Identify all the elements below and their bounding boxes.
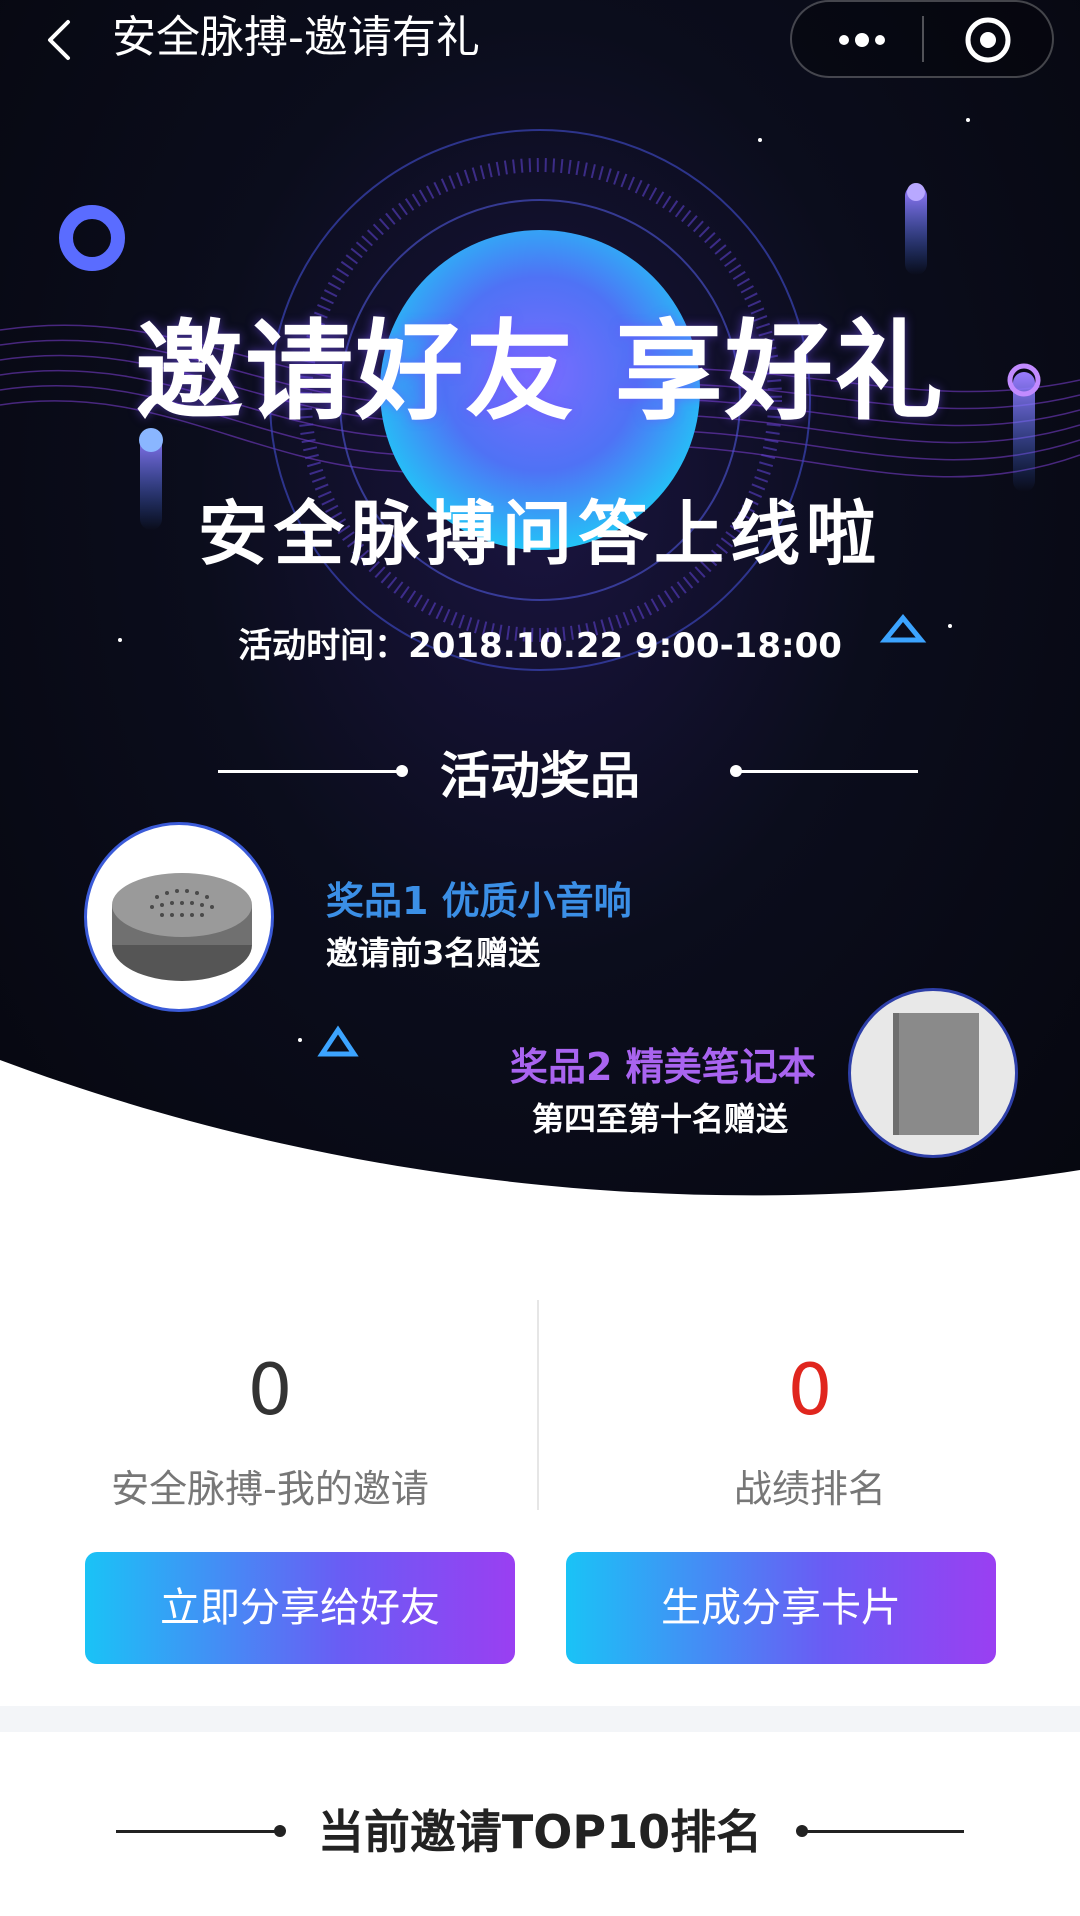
notebook-image (848, 988, 1018, 1158)
back-button[interactable] (30, 8, 90, 68)
rank-label: 战绩排名 (733, 1467, 886, 1511)
prize-2-name: 奖品2 精美笔记本 (510, 1045, 816, 1089)
my-invites-label: 安全脉搏-我的邀请 (111, 1467, 429, 1511)
rank-value: 0 (787, 1349, 833, 1431)
generate-share-card-button[interactable]: 生成分享卡片 (566, 1552, 996, 1664)
prize-section-title: 活动奖品 (440, 747, 640, 805)
prize-2-desc: 第四至第十名赠送 (532, 1100, 789, 1138)
capsule-menu (790, 0, 1054, 78)
capsule-divider (922, 16, 924, 62)
page-title: 安全脉搏-邀请有礼 (112, 12, 480, 63)
stats-divider (537, 1300, 539, 1510)
hero-banner: 安全脉搏-邀请有礼 邀请好友 享好礼 安全脉搏问答上线啦 活动时间：2018.1… (0, 0, 1080, 1230)
rank-stat: 0 战绩排名 (540, 1340, 1080, 1513)
event-time: 活动时间：2018.10.22 9:00-18:00 (238, 626, 842, 666)
share-to-friends-button[interactable]: 立即分享给好友 (85, 1552, 515, 1664)
chevron-left-icon (48, 20, 70, 60)
hero-headline: 邀请好友 享好礼 (135, 310, 945, 435)
hero-subheadline: 安全脉搏问答上线啦 (198, 493, 882, 575)
prize-1-name: 奖品1 优质小音响 (326, 879, 632, 923)
more-dots-icon (839, 33, 885, 47)
ranking-line-right (806, 1830, 964, 1833)
more-button[interactable] (822, 12, 902, 68)
my-invites-stat: 0 安全脉搏-我的邀请 (0, 1340, 540, 1513)
divider-line-right (740, 770, 918, 773)
speaker-image (84, 822, 274, 1012)
target-close-icon (965, 17, 1011, 63)
ranking-section-header: 当前邀请TOP10排名 (0, 1796, 1080, 1866)
close-mini-program-button[interactable] (960, 14, 1016, 70)
section-separator (0, 1706, 1080, 1732)
prize-section-header: 活动奖品 (0, 736, 1080, 806)
my-invites-value: 0 (247, 1349, 293, 1431)
prize-1-desc: 邀请前3名赠送 (326, 934, 541, 972)
navigation-bar: 安全脉搏-邀请有礼 (0, 0, 1080, 80)
ranking-title: 当前邀请TOP10排名 (317, 1805, 763, 1859)
